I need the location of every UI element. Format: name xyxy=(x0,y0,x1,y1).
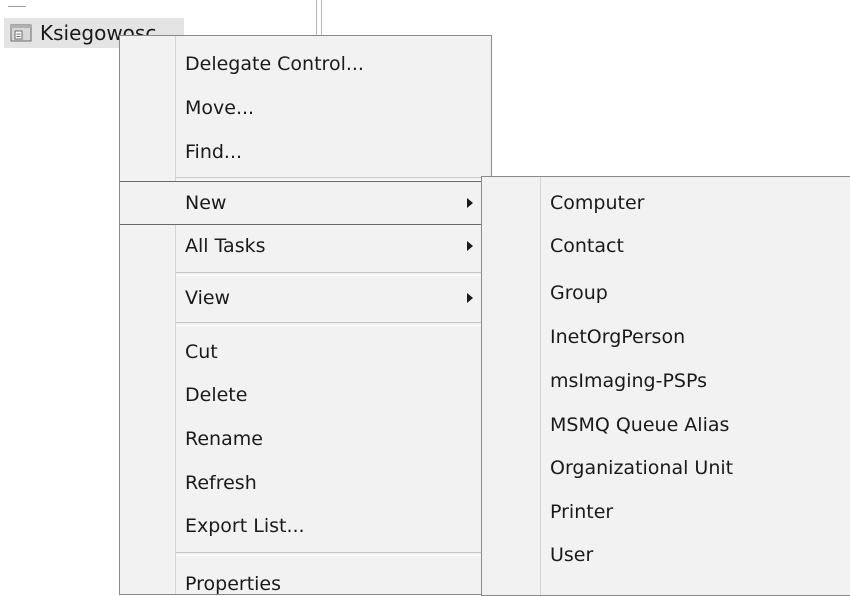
menu-item-rename[interactable]: Rename xyxy=(120,419,491,459)
menu-item-label: All Tasks xyxy=(185,235,266,257)
menu-item-label: Rename xyxy=(185,428,263,450)
menu-item-delete[interactable]: Delete xyxy=(120,375,491,415)
submenu-item-label: msImaging-PSPs xyxy=(550,370,708,392)
submenu-item-label: Printer xyxy=(550,501,614,523)
menu-item-refresh[interactable]: Refresh xyxy=(120,463,491,503)
menu-item-new[interactable]: New xyxy=(120,181,491,225)
menu-item-export-list[interactable]: Export List... xyxy=(120,506,491,546)
menu-item-label: Delete xyxy=(185,384,248,406)
submenu-item-label: Contact xyxy=(550,235,624,257)
submenu-item-computer[interactable]: Computer xyxy=(482,183,850,223)
submenu-item-user[interactable]: User xyxy=(482,535,850,575)
submenu-item-msimaging-psps[interactable]: msImaging-PSPs xyxy=(482,361,850,401)
menu-item-move[interactable]: Move... xyxy=(120,88,491,128)
submenu-item-label: Group xyxy=(550,282,608,304)
menu-item-label: View xyxy=(185,287,231,309)
chevron-right-icon xyxy=(467,198,473,208)
submenu-item-printer[interactable]: Printer xyxy=(482,492,850,532)
background-line xyxy=(8,6,26,7)
submenu-item-msmq-queue-alias[interactable]: MSMQ Queue Alias xyxy=(482,405,850,445)
submenu-item-organizational-unit[interactable]: Organizational Unit xyxy=(482,448,850,488)
menu-item-all-tasks[interactable]: All Tasks xyxy=(120,226,491,266)
menu-separator xyxy=(176,552,491,556)
menu-item-label: Properties xyxy=(185,573,282,595)
submenu-item-label: Computer xyxy=(550,192,645,214)
submenu-item-inetorgperson[interactable]: InetOrgPerson xyxy=(482,317,850,357)
submenu-item-group[interactable]: Group xyxy=(482,273,850,313)
context-menu: Delegate Control... Move... Find... New … xyxy=(119,35,492,595)
organizational-unit-icon xyxy=(10,24,32,42)
chevron-right-icon xyxy=(467,241,473,251)
pane-splitter[interactable] xyxy=(316,0,322,40)
submenu-item-label: MSMQ Queue Alias xyxy=(550,414,730,436)
menu-item-label: Delegate Control... xyxy=(185,53,364,75)
menu-item-label: Export List... xyxy=(185,515,305,537)
menu-item-label: Find... xyxy=(185,141,243,163)
menu-item-find[interactable]: Find... xyxy=(120,132,491,172)
new-submenu: Computer Contact Group InetOrgPerson msI… xyxy=(481,176,850,596)
submenu-item-contact[interactable]: Contact xyxy=(482,226,850,266)
submenu-item-label: User xyxy=(550,544,594,566)
menu-separator xyxy=(176,272,491,276)
menu-separator xyxy=(176,322,491,326)
menu-item-label: New xyxy=(185,192,227,214)
chevron-right-icon xyxy=(467,293,473,303)
menu-item-label: Move... xyxy=(185,97,255,119)
menu-item-label: Cut xyxy=(185,341,218,363)
menu-item-cut[interactable]: Cut xyxy=(120,332,491,372)
menu-item-label: Refresh xyxy=(185,472,257,494)
menu-item-view[interactable]: View xyxy=(120,278,491,318)
submenu-item-label: InetOrgPerson xyxy=(550,326,686,348)
submenu-item-label: Organizational Unit xyxy=(550,457,734,479)
menu-item-delegate-control[interactable]: Delegate Control... xyxy=(120,44,491,84)
